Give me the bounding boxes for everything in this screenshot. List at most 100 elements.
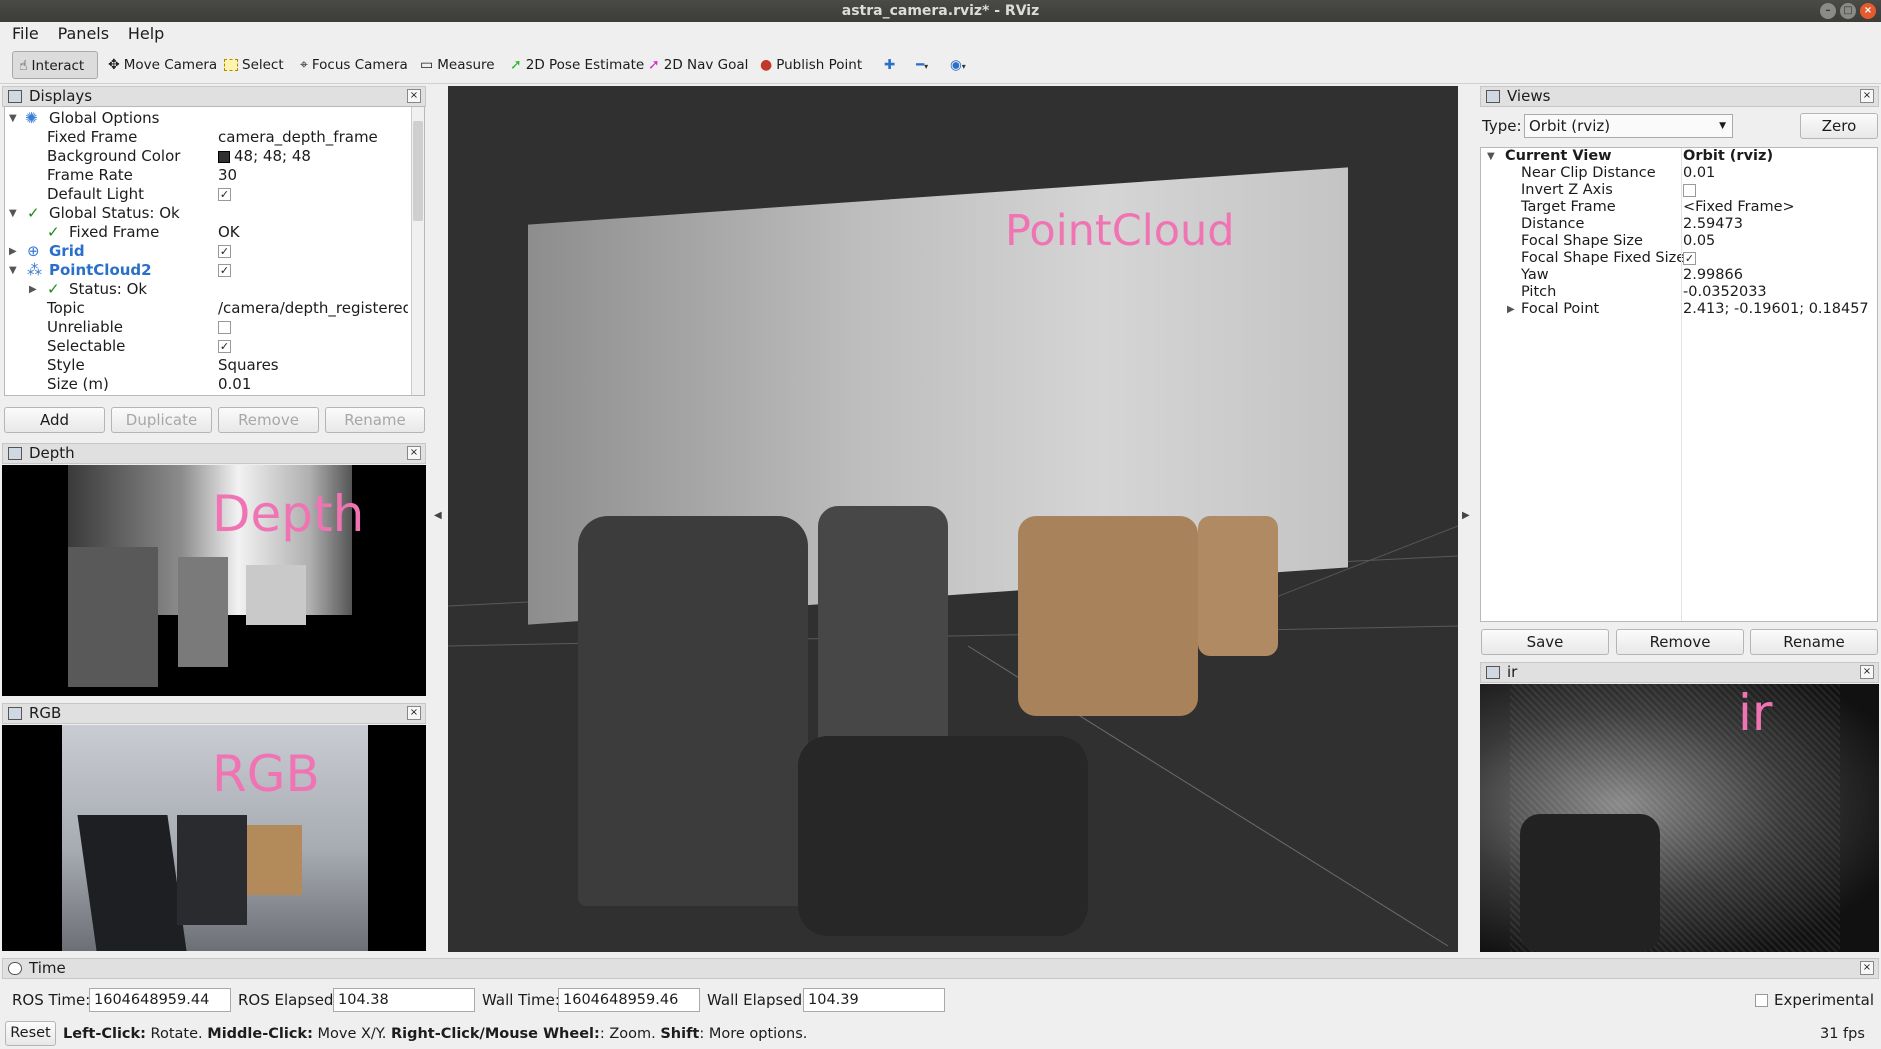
remove-tool-button[interactable]: ━▾ <box>910 51 934 79</box>
invert-z-checkbox[interactable] <box>1683 183 1696 197</box>
wall-time-field[interactable]: 1604648959.46 <box>558 988 700 1012</box>
pose-estimate-tool-button[interactable]: ➚ 2D Pose Estimate <box>504 51 650 79</box>
tree-row-grid[interactable]: ▶ ⊕ Grid ✓ <box>5 242 411 261</box>
tree-row-status-ok[interactable]: ▶ ✓ Status: Ok <box>5 280 411 299</box>
tree-row-global-options[interactable]: ▼ ✺ Global Options <box>5 109 411 128</box>
views-row-near-clip[interactable]: Near Clip Distance 0.01 <box>1481 165 1877 182</box>
maximize-icon[interactable]: □ <box>1840 3 1856 19</box>
close-icon[interactable]: × <box>1860 3 1876 19</box>
ir-image-view[interactable]: ir <box>1480 684 1879 952</box>
tree-value-color[interactable]: 48; 48; 48 <box>218 147 408 166</box>
focal-fixed-checkbox[interactable]: ✓ <box>1683 251 1696 265</box>
close-panel-icon[interactable]: × <box>407 706 421 720</box>
menu-help[interactable]: Help <box>121 22 171 46</box>
tree-row-topic[interactable]: Topic /camera/depth_registered/... <box>5 299 411 318</box>
tree-value[interactable]: 2.413; -0.19601; 0.18457 <box>1683 301 1869 318</box>
tree-row-selectable[interactable]: Selectable ✓ <box>5 337 411 356</box>
expand-arrow-icon[interactable]: ▼ <box>9 109 17 128</box>
tree-row-global-status[interactable]: ▼ ✓ Global Status: Ok <box>5 204 411 223</box>
views-tree[interactable]: ▼ Current View Orbit (rviz) Near Clip Di… <box>1480 147 1878 622</box>
collapse-arrow-icon[interactable]: ▶ <box>1507 301 1515 318</box>
collapse-arrow-icon[interactable]: ▶ <box>29 280 37 299</box>
tree-value[interactable]: /camera/depth_registered/... <box>218 299 408 318</box>
eye-tool-button[interactable]: ◉▾ <box>944 51 972 79</box>
expand-arrow-icon[interactable]: ▼ <box>9 204 17 223</box>
remove-display-button[interactable]: Remove <box>218 407 319 433</box>
publish-point-tool-button[interactable]: ● Publish Point <box>754 51 868 79</box>
tree-row-pointcloud2[interactable]: ▼ ⁂ PointCloud2 ✓ <box>5 261 411 280</box>
scrollbar-thumb[interactable] <box>413 121 423 221</box>
tree-row-unreliable[interactable]: Unreliable <box>5 318 411 337</box>
close-panel-icon[interactable]: × <box>1860 89 1874 103</box>
views-row-yaw[interactable]: Yaw 2.99866 <box>1481 267 1877 284</box>
add-display-button[interactable]: Add <box>4 407 105 433</box>
tree-row-fixed-frame-status[interactable]: ✓ Fixed Frame OK <box>5 223 411 242</box>
tree-row-default-light[interactable]: Default Light ✓ <box>5 185 411 204</box>
collapse-right-icon[interactable]: ▶ <box>1462 510 1470 521</box>
duplicate-display-button[interactable]: Duplicate <box>111 407 212 433</box>
minimize-icon[interactable]: – <box>1820 3 1836 19</box>
grid-enabled-checkbox[interactable]: ✓ <box>218 245 231 258</box>
collapse-arrow-icon[interactable]: ▶ <box>9 242 17 261</box>
add-tool-button[interactable]: ✚ <box>878 51 901 79</box>
tree-value[interactable]: <Fixed Frame> <box>1683 199 1795 216</box>
views-row-distance[interactable]: Distance 2.59473 <box>1481 216 1877 233</box>
views-row-focal-point[interactable]: ▶ Focal Point 2.413; -0.19601; 0.18457 <box>1481 301 1877 318</box>
views-row-invert-z[interactable]: Invert Z Axis <box>1481 182 1877 199</box>
close-panel-icon[interactable]: × <box>1860 665 1874 679</box>
ros-time-field[interactable]: 1604648959.44 <box>89 988 231 1012</box>
tree-value[interactable]: 0.01 <box>218 375 408 394</box>
focus-camera-tool-button[interactable]: ⌖ Focus Camera <box>294 51 414 79</box>
tree-value[interactable]: camera_depth_frame <box>218 128 408 147</box>
rename-display-button[interactable]: Rename <box>325 407 425 433</box>
tree-value[interactable]: 0.05 <box>1683 233 1715 250</box>
tree-value[interactable]: -0.0352033 <box>1683 284 1767 301</box>
wall-elapsed-field[interactable]: 104.39 <box>803 988 945 1012</box>
views-row-current-view[interactable]: ▼ Current View Orbit (rviz) <box>1481 148 1877 165</box>
tree-row-size[interactable]: Size (m) 0.01 <box>5 375 411 394</box>
measure-tool-button[interactable]: ▭ Measure <box>414 51 501 79</box>
menu-panels[interactable]: Panels <box>51 22 117 46</box>
tree-value[interactable]: 2.99866 <box>1683 267 1743 284</box>
interact-tool-button[interactable]: ☝ Interact <box>12 51 98 79</box>
select-tool-button[interactable]: Select <box>218 51 290 79</box>
selectable-checkbox[interactable]: ✓ <box>218 340 231 353</box>
collapse-left-icon[interactable]: ◀ <box>434 510 442 521</box>
ros-elapsed-field[interactable]: 104.38 <box>333 988 475 1012</box>
tree-value[interactable]: 30 <box>218 166 408 185</box>
views-row-focal-shape-fixed[interactable]: Focal Shape Fixed Size ✓ <box>1481 250 1877 267</box>
tree-row-fixed-frame[interactable]: Fixed Frame camera_depth_frame <box>5 128 411 147</box>
expand-arrow-icon[interactable]: ▼ <box>9 261 17 280</box>
tree-value[interactable]: 2.59473 <box>1683 216 1743 233</box>
displays-tree[interactable]: ▼ ✺ Global Options Fixed Frame camera_de… <box>4 106 425 396</box>
views-row-pitch[interactable]: Pitch -0.0352033 <box>1481 284 1877 301</box>
3d-render-viewport[interactable]: PointCloud <box>448 86 1458 952</box>
tree-row-style[interactable]: Style Squares <box>5 356 411 375</box>
zero-button[interactable]: Zero <box>1800 113 1878 139</box>
tree-value[interactable]: Squares <box>218 356 408 375</box>
experimental-checkbox[interactable] <box>1755 994 1768 1007</box>
close-panel-icon[interactable]: × <box>407 446 421 460</box>
close-panel-icon[interactable]: × <box>407 89 421 103</box>
remove-view-button[interactable]: Remove <box>1616 629 1744 655</box>
unreliable-checkbox[interactable] <box>218 321 231 334</box>
vertical-scrollbar[interactable] <box>411 107 424 395</box>
tree-value[interactable]: 0.01 <box>1683 165 1715 182</box>
menu-file[interactable]: File <box>0 22 46 46</box>
close-panel-icon[interactable]: × <box>1860 961 1874 975</box>
save-view-button[interactable]: Save <box>1481 629 1609 655</box>
tree-row-background-color[interactable]: Background Color 48; 48; 48 <box>5 147 411 166</box>
view-type-select[interactable]: Orbit (rviz) ▼ <box>1524 114 1733 138</box>
expand-arrow-icon[interactable]: ▼ <box>1487 148 1495 165</box>
views-row-focal-shape-size[interactable]: Focal Shape Size 0.05 <box>1481 233 1877 250</box>
move-camera-tool-button[interactable]: ✥ Move Camera <box>102 51 223 79</box>
rgb-image-view[interactable]: RGB <box>2 725 426 951</box>
rename-view-button[interactable]: Rename <box>1750 629 1878 655</box>
views-row-target-frame[interactable]: Target Frame <Fixed Frame> <box>1481 199 1877 216</box>
reset-button[interactable]: Reset <box>5 1021 56 1046</box>
default-light-checkbox[interactable]: ✓ <box>218 188 231 201</box>
pointcloud-enabled-checkbox[interactable]: ✓ <box>218 264 231 277</box>
nav-goal-tool-button[interactable]: ➚ 2D Nav Goal <box>642 51 754 79</box>
tree-row-frame-rate[interactable]: Frame Rate 30 <box>5 166 411 185</box>
depth-image-view[interactable]: Depth <box>2 465 426 696</box>
